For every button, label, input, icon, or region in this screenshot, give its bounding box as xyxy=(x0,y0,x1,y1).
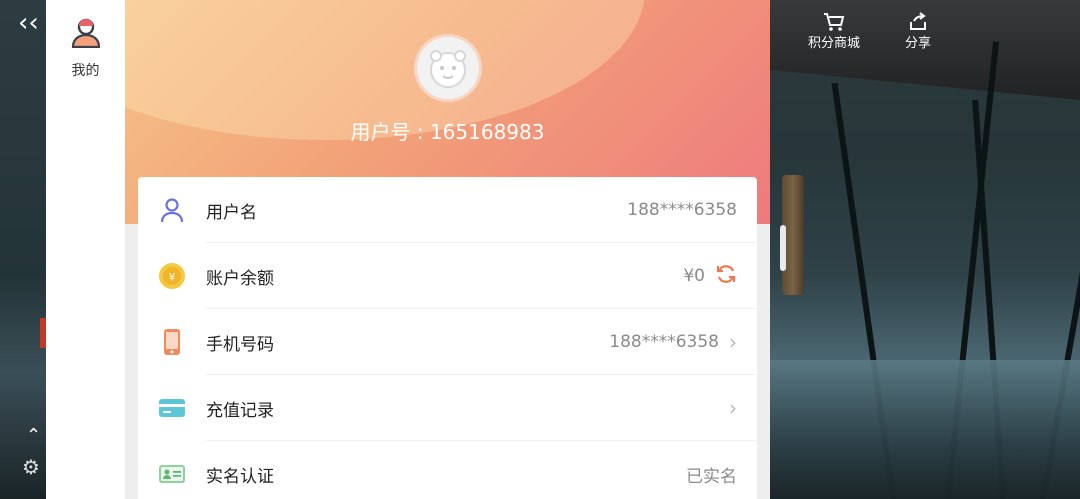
share-button[interactable]: 分享 xyxy=(886,12,950,51)
real-name-auth-label: 实名认证 xyxy=(206,466,274,487)
recharge-history-value-group: › xyxy=(729,396,737,420)
recharge-history-label: 充值记录 xyxy=(206,400,274,421)
svg-text:¥: ¥ xyxy=(168,272,176,284)
phone-label: 手机号码 xyxy=(206,334,274,355)
settings-gear-icon[interactable]: ⚙ xyxy=(22,455,40,479)
pond-water xyxy=(770,360,1080,499)
points-mall-label: 积分商城 xyxy=(807,36,860,51)
username-value-group: 188****6358 xyxy=(627,200,737,220)
sidebar: 我的 xyxy=(46,0,125,499)
game-scene-right xyxy=(770,0,1080,499)
real-name-auth-status: 已实名 xyxy=(686,466,737,487)
phone-icon xyxy=(158,328,186,356)
phone-value: 188****6358 xyxy=(609,332,719,352)
phone-value-group: 188****6358 › xyxy=(609,330,737,354)
top-action-bar: 积分商城 分享 xyxy=(802,12,950,51)
tiger-avatar-icon xyxy=(430,50,466,88)
avatar[interactable] xyxy=(414,34,482,102)
row-recharge-history[interactable]: 充值记录 › xyxy=(138,375,757,441)
coin-icon: ¥ xyxy=(158,262,186,290)
tab-my-label: 我的 xyxy=(71,63,100,79)
username-label: 用户名 xyxy=(206,202,257,223)
user-id-text: 用户号 : 165168983 xyxy=(350,120,545,144)
tab-my[interactable]: 我的 xyxy=(46,18,125,80)
balance-value: ¥0 xyxy=(683,266,705,286)
account-info-card: 用户名 188****6358 ¥ 账户余额 ¥0 手机号码 188****63… xyxy=(138,177,757,499)
cart-icon xyxy=(823,12,845,32)
username-value: 188****6358 xyxy=(627,200,737,220)
back-arrow-icon[interactable]: ‹‹ xyxy=(18,8,39,38)
id-card-icon xyxy=(158,460,186,488)
person-icon xyxy=(158,196,186,224)
scrollbar[interactable] xyxy=(780,225,786,271)
row-real-name-auth[interactable]: 实名认证 已实名 xyxy=(138,441,757,499)
share-icon xyxy=(908,12,928,32)
real-name-auth-value-group: 已实名 xyxy=(686,462,737,487)
card-icon xyxy=(158,394,186,422)
chevron-right-icon: › xyxy=(729,396,737,420)
chevron-up-icon[interactable]: ⌃ xyxy=(26,425,41,446)
row-username[interactable]: 用户名 188****6358 xyxy=(138,177,757,243)
balance-label: 账户余额 xyxy=(206,268,274,289)
user-profile-icon xyxy=(70,18,102,52)
points-mall-button[interactable]: 积分商城 xyxy=(802,12,866,51)
refresh-icon[interactable] xyxy=(715,263,737,290)
account-panel: 用户号 : 165168983 用户名 188****6358 ¥ 账户余额 ¥… xyxy=(125,0,770,499)
row-balance[interactable]: ¥ 账户余额 ¥0 xyxy=(138,243,757,309)
row-phone[interactable]: 手机号码 188****6358 › xyxy=(138,309,757,375)
share-label: 分享 xyxy=(904,36,931,51)
balance-value-group: ¥0 xyxy=(683,263,737,290)
chevron-right-icon: › xyxy=(729,330,737,354)
game-left-edge: ‹‹ ⌃ ⚙ xyxy=(0,0,46,499)
